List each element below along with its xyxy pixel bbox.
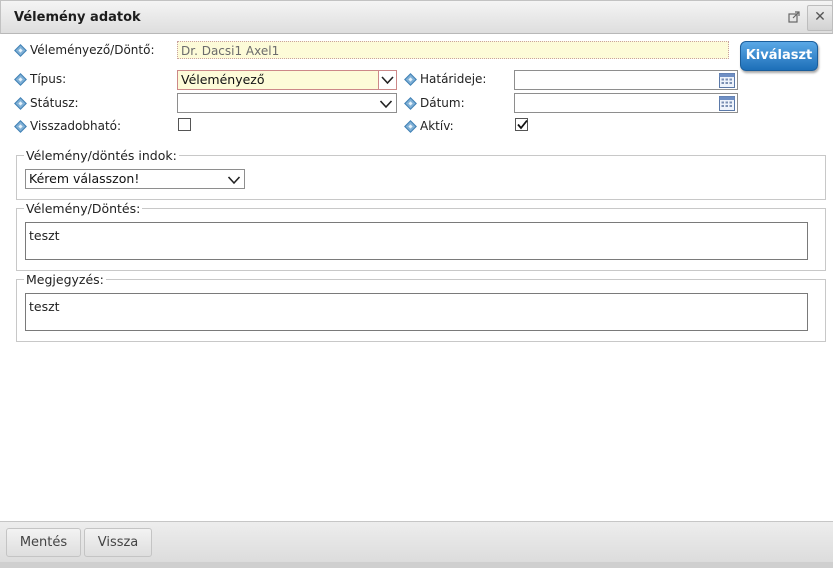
withdrawable-checkbox[interactable] — [178, 118, 191, 131]
dialog-footer: Mentés Vissza — [0, 521, 833, 563]
chevron-down-icon — [378, 71, 396, 89]
close-icon[interactable]: ✕ — [807, 5, 833, 31]
opinion-giver-label: Véleményező/Döntő: — [30, 43, 155, 57]
active-checkbox[interactable] — [515, 118, 528, 131]
bullet-icon — [404, 97, 417, 110]
note-legend: Megjegyzés: — [24, 272, 106, 287]
opinion-giver-field: Dr. Dacsi1 Axel1 — [177, 41, 729, 59]
deadline-label: Határideje: — [420, 72, 487, 86]
popout-icon[interactable] — [788, 11, 800, 23]
select-person-button[interactable]: Kiválaszt — [740, 41, 818, 71]
reason-select[interactable]: Kérem válasszon! — [25, 169, 245, 189]
calendar-icon[interactable] — [719, 72, 735, 88]
bullet-icon — [14, 73, 27, 86]
note-textarea[interactable]: teszt — [25, 293, 808, 331]
deadline-input[interactable] — [514, 70, 738, 90]
reason-select-value: Kérem válasszon! — [29, 171, 140, 186]
status-label: Státusz: — [30, 96, 79, 110]
opinion-textarea[interactable]: teszt — [25, 222, 808, 260]
footer-edge — [0, 562, 833, 568]
bullet-icon — [404, 73, 417, 86]
opinion-legend: Vélemény/Döntés: — [24, 201, 143, 216]
back-button[interactable]: Vissza — [84, 528, 152, 557]
checkmark-icon — [517, 119, 528, 130]
bullet-icon — [14, 44, 27, 57]
note-fieldset: Megjegyzés: teszt — [16, 272, 826, 342]
date-input[interactable] — [514, 93, 738, 113]
status-select[interactable] — [177, 93, 397, 113]
bullet-icon — [404, 120, 417, 133]
dialog-titlebar[interactable]: Vélemény adatok ✕ — [0, 0, 833, 34]
type-select-value: Véleményező — [181, 72, 265, 87]
type-select[interactable]: Véleményező — [177, 70, 397, 90]
bullet-icon — [14, 120, 27, 133]
reason-fieldset: Vélemény/döntés indok: Kérem válasszon! — [16, 148, 826, 200]
withdrawable-label: Visszadobható: — [30, 119, 122, 133]
calendar-icon[interactable] — [719, 95, 735, 111]
chevron-down-icon — [379, 97, 393, 109]
opinion-dialog: Vélemény adatok ✕ Véleményező/Döntő: Dr.… — [0, 0, 833, 568]
opinion-fieldset: Vélemény/Döntés: teszt — [16, 201, 826, 271]
active-label: Aktív: — [420, 119, 454, 133]
reason-legend: Vélemény/döntés indok: — [24, 148, 179, 163]
bullet-icon — [14, 97, 27, 110]
dialog-title: Vélemény adatok — [14, 10, 141, 25]
date-label: Dátum: — [420, 96, 465, 110]
type-label: Típus: — [30, 72, 67, 86]
chevron-down-icon — [227, 173, 241, 185]
save-button[interactable]: Mentés — [6, 528, 81, 557]
